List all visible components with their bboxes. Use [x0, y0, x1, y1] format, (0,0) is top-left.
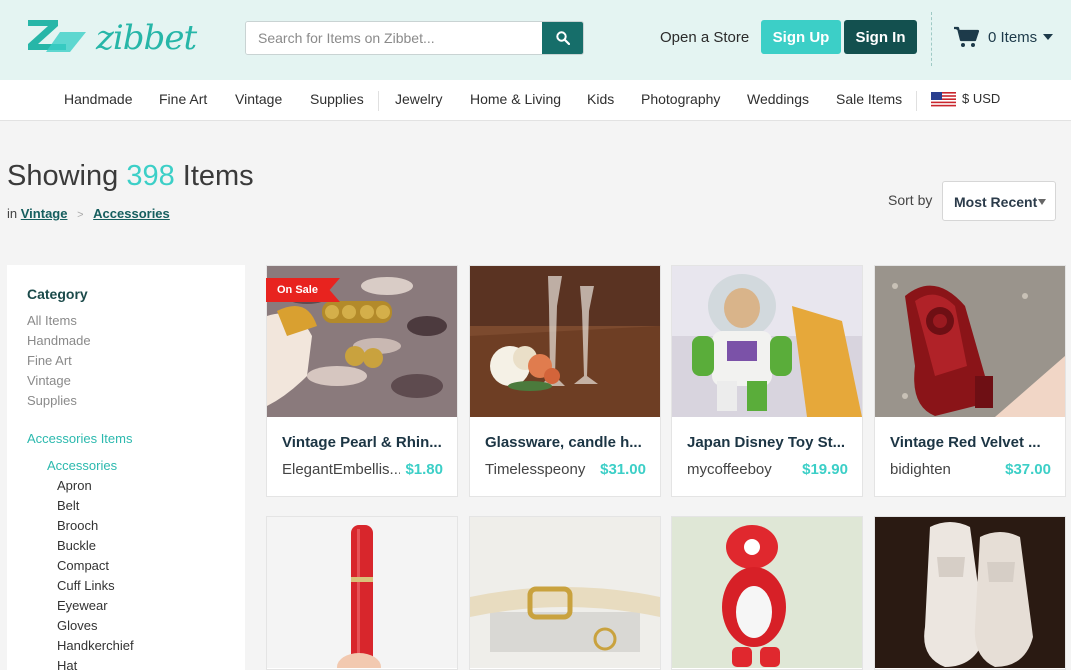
nav-weddings[interactable]: Weddings — [747, 91, 809, 107]
sidebar-item-accessories[interactable]: Accessories — [47, 458, 117, 473]
breadcrumb-prefix: in — [7, 206, 18, 221]
category-heading: Category — [27, 286, 88, 302]
sign-up-button[interactable]: Sign Up — [761, 20, 841, 54]
product-title[interactable]: Japan Disney Toy St... — [687, 434, 857, 451]
sidebar-item-handmade[interactable]: Handmade — [27, 333, 91, 348]
cart-button[interactable]: 0 Items — [953, 26, 1054, 48]
sidebar-item-hat[interactable]: Hat — [57, 658, 77, 670]
nav-sale-items[interactable]: Sale Items — [836, 91, 902, 107]
accessories-items-heading[interactable]: Accessories Items — [27, 431, 132, 446]
chevron-down-icon — [1038, 199, 1046, 205]
item-count: 398 — [126, 160, 175, 192]
breadcrumb: in Vintage > Accessories — [7, 206, 170, 221]
product-title[interactable]: Vintage Red Velvet ... — [890, 434, 1060, 451]
category-nav: Handmade Fine Art Vintage Supplies Jewel… — [0, 80, 1071, 121]
product-price: $1.80 — [405, 461, 443, 478]
page-title: Showing 398 Items — [7, 160, 254, 193]
product-title[interactable]: Glassware, candle h... — [485, 434, 655, 451]
showing-prefix: Showing — [7, 160, 119, 192]
sort-dropdown[interactable]: Most Recent — [942, 181, 1056, 221]
product-card[interactable] — [874, 516, 1066, 670]
sort-label: Sort by — [888, 192, 933, 208]
product-image[interactable] — [470, 517, 660, 668]
product-card[interactable] — [266, 516, 458, 670]
search-icon — [555, 31, 570, 45]
product-shop[interactable]: Timelesspeony — [485, 461, 603, 478]
nav-supplies[interactable]: Supplies — [310, 91, 364, 107]
product-price: $31.00 — [600, 461, 646, 478]
zibbet-logo-icon — [28, 20, 86, 52]
showing-suffix: Items — [182, 160, 254, 192]
sidebar-item-gloves[interactable]: Gloves — [57, 618, 97, 633]
open-store-link[interactable]: Open a Store — [660, 29, 749, 46]
site-header: zibbet Open a Store Sign Up Sign In 0 It… — [0, 0, 1071, 80]
product-image[interactable] — [875, 266, 1065, 417]
sort-value: Most Recent — [954, 194, 1038, 210]
nav-handmade[interactable]: Handmade — [64, 91, 133, 107]
zibbet-logo[interactable]: zibbet — [24, 14, 197, 60]
product-card[interactable]: Glassware, candle h... Timelesspeony $31… — [469, 265, 661, 497]
nav-home-living[interactable]: Home & Living — [470, 91, 561, 107]
cart-count-label: 0 Items — [988, 28, 1038, 46]
sidebar-item-compact[interactable]: Compact — [57, 558, 109, 573]
search-input[interactable] — [246, 22, 544, 54]
product-price: $19.90 — [802, 461, 848, 478]
product-card[interactable] — [469, 516, 661, 670]
nav-divider — [916, 91, 917, 111]
product-card[interactable]: Japan Disney Toy St... mycoffeeboy $19.9… — [671, 265, 863, 497]
category-sidebar: Category All Items Handmade Fine Art Vin… — [7, 265, 245, 670]
chevron-down-icon — [1043, 34, 1054, 40]
breadcrumb-accessories[interactable]: Accessories — [93, 206, 170, 221]
product-card[interactable]: Vintage Red Velvet ... bidighten $37.00 — [874, 265, 1066, 497]
sidebar-item-cuff-links[interactable]: Cuff Links — [57, 578, 115, 593]
header-divider — [931, 12, 932, 66]
product-image[interactable] — [470, 266, 660, 417]
sidebar-item-supplies[interactable]: Supplies — [27, 393, 77, 408]
product-shop[interactable]: bidighten — [890, 461, 1008, 478]
sidebar-item-belt[interactable]: Belt — [57, 498, 79, 513]
nav-photography[interactable]: Photography — [641, 91, 720, 107]
product-card[interactable] — [671, 516, 863, 670]
sidebar-item-apron[interactable]: Apron — [57, 478, 92, 493]
sidebar-item-fine-art[interactable]: Fine Art — [27, 353, 72, 368]
sidebar-item-handkerchief[interactable]: Handkerchief — [57, 638, 134, 653]
on-sale-badge: On Sale — [266, 278, 340, 302]
sidebar-item-vintage[interactable]: Vintage — [27, 373, 71, 388]
breadcrumb-separator: > — [77, 209, 84, 221]
nav-fine-art[interactable]: Fine Art — [159, 91, 207, 107]
sidebar-item-eyewear[interactable]: Eyewear — [57, 598, 108, 613]
search-box — [245, 21, 584, 55]
nav-kids[interactable]: Kids — [587, 91, 614, 107]
search-button[interactable] — [542, 22, 583, 54]
sidebar-item-buckle[interactable]: Buckle — [57, 538, 96, 553]
nav-jewelry[interactable]: Jewelry — [395, 91, 442, 107]
breadcrumb-vintage[interactable]: Vintage — [21, 206, 68, 221]
currency-selector[interactable]: $ USD — [962, 91, 1000, 106]
product-image[interactable] — [672, 266, 862, 417]
sidebar-item-brooch[interactable]: Brooch — [57, 518, 98, 533]
product-image[interactable] — [875, 517, 1065, 668]
product-title[interactable]: Vintage Pearl & Rhin... — [282, 434, 452, 451]
logo-wordmark: zibbet — [96, 18, 197, 58]
us-flag-icon[interactable] — [931, 92, 956, 107]
cart-icon — [954, 26, 980, 47]
product-shop[interactable]: mycoffeeboy — [687, 461, 805, 478]
product-image[interactable] — [672, 517, 862, 668]
product-shop[interactable]: ElegantEmbellis... — [282, 461, 400, 478]
product-image[interactable] — [267, 517, 457, 668]
product-card[interactable]: On Sale Vintage Pearl & Rhin... ElegantE… — [266, 265, 458, 497]
nav-vintage[interactable]: Vintage — [235, 91, 282, 107]
sign-in-button[interactable]: Sign In — [844, 20, 917, 54]
nav-divider — [378, 91, 379, 111]
product-price: $37.00 — [1005, 461, 1051, 478]
sidebar-item-all-items[interactable]: All Items — [27, 313, 77, 328]
